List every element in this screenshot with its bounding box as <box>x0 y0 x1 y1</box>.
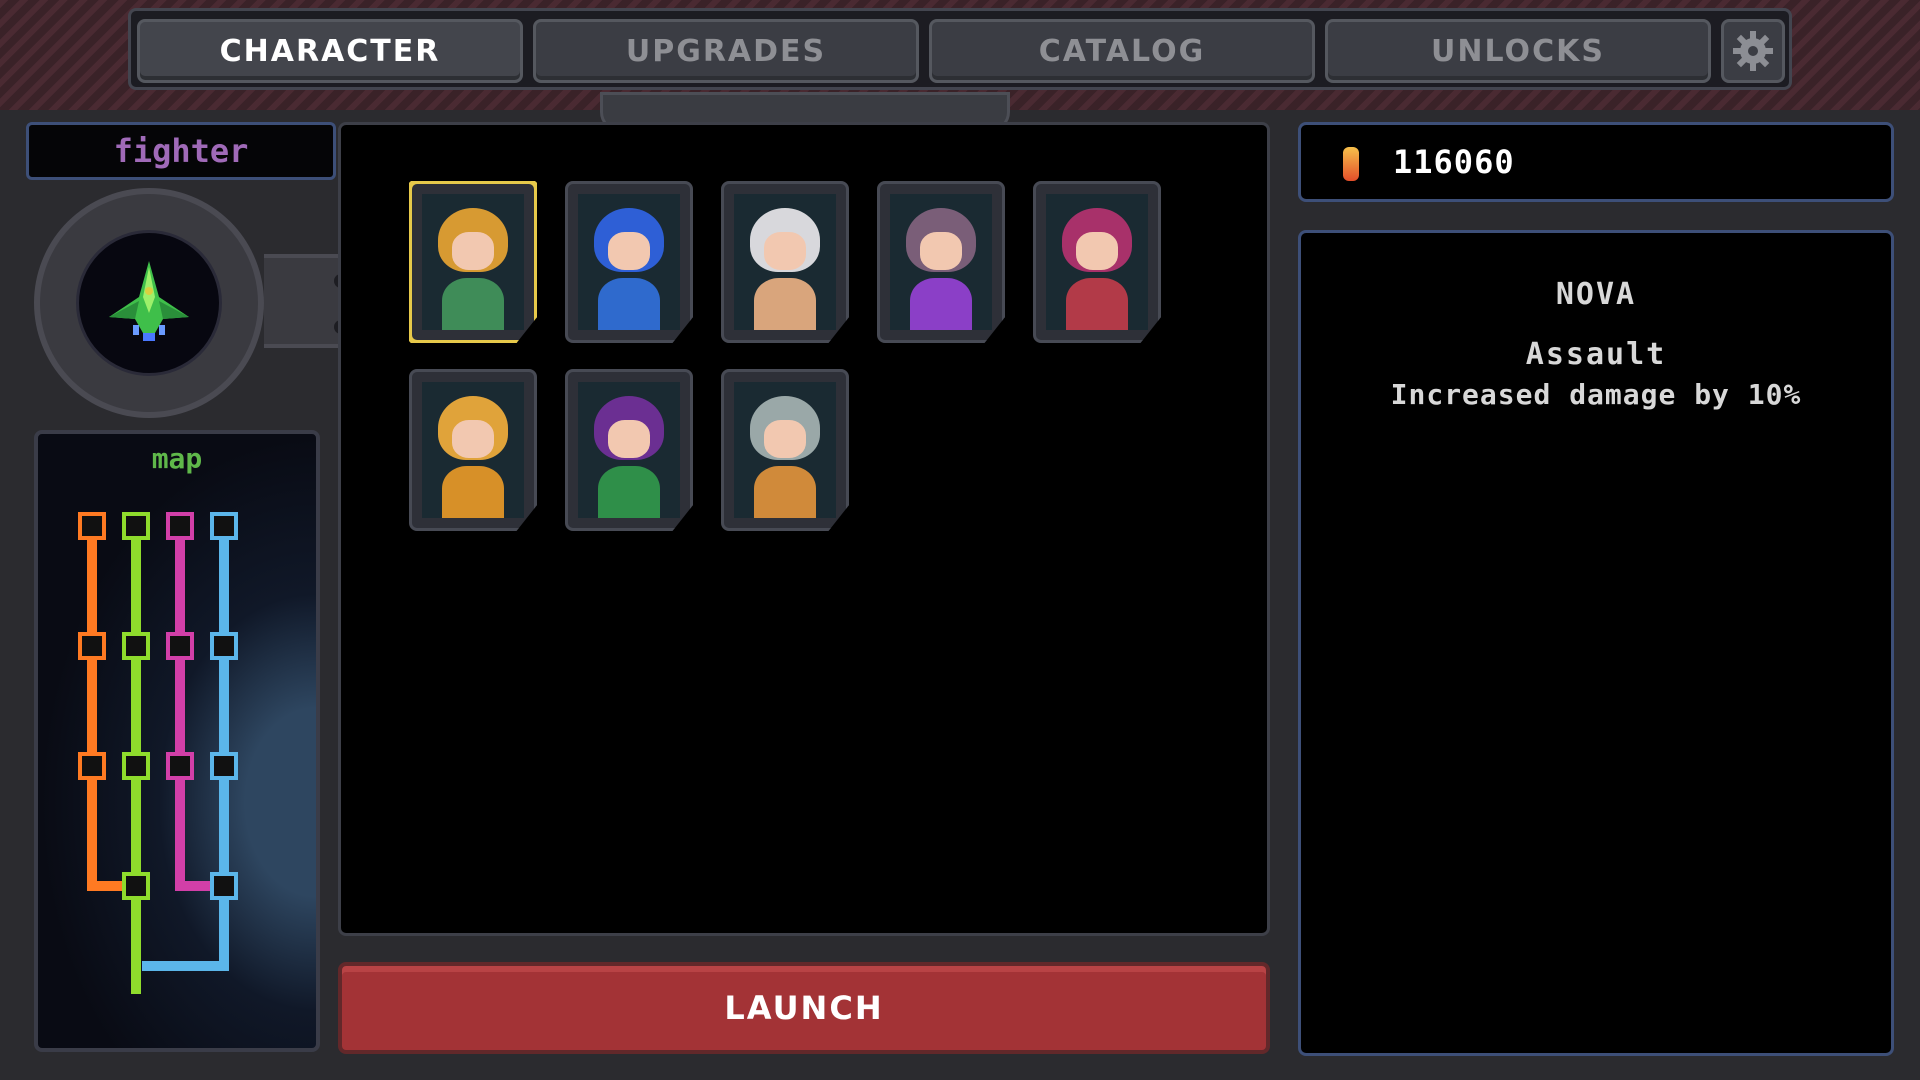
tab-unlocks[interactable]: UNLOCKS <box>1325 19 1711 83</box>
currency-display: 116060 <box>1298 122 1894 202</box>
tab-catalog[interactable]: CATALOG <box>929 19 1315 83</box>
character-portrait <box>422 382 524 518</box>
character-card-8[interactable] <box>721 369 849 531</box>
ship-icon <box>109 261 189 341</box>
character-name: NOVA <box>1555 277 1637 312</box>
settings-button[interactable] <box>1721 19 1785 83</box>
character-card-2[interactable] <box>565 181 693 343</box>
character-portrait <box>422 194 524 330</box>
ship-class-label: fighter <box>26 122 336 180</box>
portrait-body <box>442 278 504 330</box>
character-portrait <box>734 194 836 330</box>
ship-display <box>76 230 222 376</box>
character-card-nova[interactable] <box>409 181 537 343</box>
character-role: Assault <box>1525 337 1667 372</box>
tab-character[interactable]: CHARACTER <box>137 19 523 83</box>
gear-icon <box>1733 31 1773 71</box>
character-description: Increased damage by 10% <box>1390 378 1802 411</box>
launch-button[interactable]: LAUNCH <box>338 962 1270 1054</box>
character-card-7[interactable] <box>565 369 693 531</box>
character-portrait <box>578 382 680 518</box>
character-grid <box>338 122 1270 936</box>
crystal-icon <box>1343 147 1359 181</box>
character-portrait <box>578 194 680 330</box>
character-info-panel: NOVA Assault Increased damage by 10% <box>1298 230 1894 1056</box>
currency-value: 116060 <box>1393 143 1515 181</box>
tab-bar: CHARACTER UPGRADES CATALOG UNLOCKS <box>128 8 1792 90</box>
character-card-5[interactable] <box>1033 181 1161 343</box>
map-panel[interactable]: map <box>34 430 320 1052</box>
character-card-4[interactable] <box>877 181 1005 343</box>
character-card-6[interactable] <box>409 369 537 531</box>
map-paths <box>78 512 238 994</box>
character-portrait <box>734 382 836 518</box>
character-portrait <box>1046 194 1148 330</box>
character-portrait <box>890 194 992 330</box>
character-card-3[interactable] <box>721 181 849 343</box>
tab-upgrades[interactable]: UPGRADES <box>533 19 919 83</box>
ship-viewport <box>34 188 264 418</box>
